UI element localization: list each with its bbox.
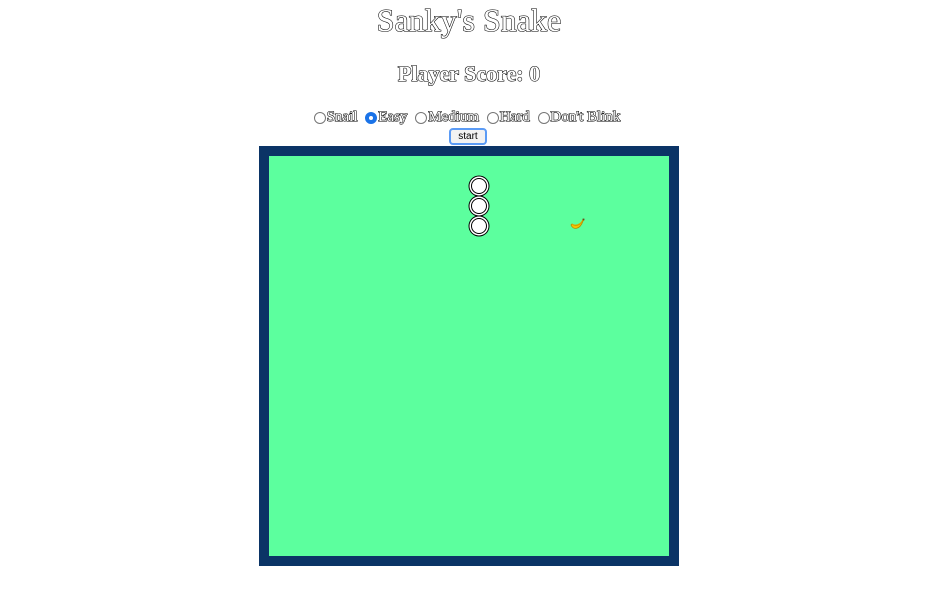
radio-easy[interactable] xyxy=(365,112,378,124)
player-score: Player Score: 0 xyxy=(397,60,541,86)
difficulty-label-easy: Easy xyxy=(378,108,408,125)
difficulty-option-snail[interactable]: Snail xyxy=(313,108,362,126)
difficulty-option-easy[interactable]: Easy xyxy=(365,108,411,126)
game-board[interactable] xyxy=(259,146,679,566)
banana-icon xyxy=(570,218,585,229)
difficulty-label-medium: Medium xyxy=(428,108,480,125)
radio-dont-blink[interactable] xyxy=(537,112,550,124)
difficulty-label-dont-blink: Don't Blink xyxy=(550,108,621,125)
game-title: Sanky's Snake xyxy=(376,1,562,38)
radio-snail[interactable] xyxy=(313,112,326,124)
difficulty-label-hard: Hard xyxy=(499,108,530,125)
snake-head xyxy=(471,178,487,194)
snake-segment xyxy=(471,198,487,214)
difficulty-option-medium[interactable]: Medium xyxy=(415,108,483,126)
snake-segment xyxy=(471,218,487,234)
difficulty-option-hard[interactable]: Hard xyxy=(486,108,534,126)
radio-medium[interactable] xyxy=(415,112,428,124)
radio-hard[interactable] xyxy=(486,112,499,124)
difficulty-label-snail: Snail xyxy=(326,108,358,125)
difficulty-option-dont-blink[interactable]: Don't Blink xyxy=(537,108,625,126)
difficulty-selector: Snail Easy Medium Hard Don't Blink xyxy=(0,108,938,126)
start-button[interactable]: start xyxy=(449,128,487,145)
